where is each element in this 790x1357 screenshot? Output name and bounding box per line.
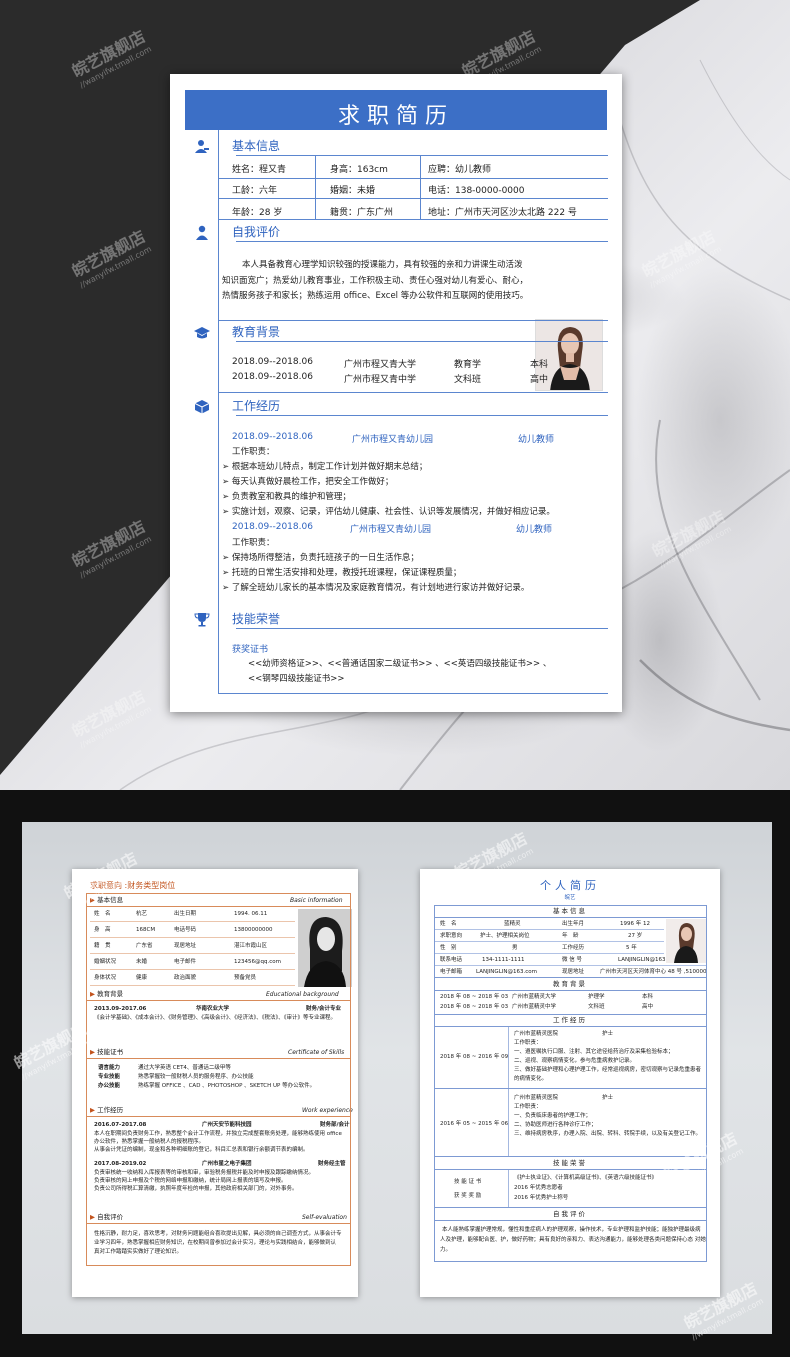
top-showcase: 皖艺旗舰店//wanyifw.tmall.com 皖艺旗舰店//wanyifw.… bbox=[0, 0, 790, 790]
basic-cell: 应聘：幼儿教师 bbox=[428, 165, 492, 175]
section-title: ▶ 技能证书 bbox=[90, 1048, 124, 1056]
basic-cell: 籍贯：广东广州 bbox=[330, 208, 394, 218]
list-item: ➢ 负责教室和教具的维护和管理； bbox=[222, 492, 351, 502]
section-title: ▶ 自我评价 bbox=[90, 1213, 124, 1221]
resume-title: 求职简历 bbox=[337, 104, 454, 129]
section-education: 教育背景 bbox=[188, 324, 608, 342]
resume-preview-right: 个人简历 皖艺 基本信息 姓 名 蓝精灵 出生年月 1996 年 12 求职意向… bbox=[420, 869, 720, 1297]
resume-main: 求职简历 基本信息 姓名：程又青 身高：163cm 应聘：幼儿教师 工龄：六年 … bbox=[170, 74, 622, 712]
edu-cell: 广州市程又青大学 bbox=[344, 360, 417, 370]
work-role: 幼儿教师 bbox=[516, 525, 553, 535]
work-company: 广州市程又青幼儿园 bbox=[350, 525, 432, 535]
list-item: ➢ 托班的日常生活安排和处理，教授托班课程，保证课程质量； bbox=[222, 568, 462, 578]
section-title: 工作经历 bbox=[553, 1016, 587, 1024]
user-icon bbox=[196, 225, 208, 240]
profile-photo bbox=[666, 919, 706, 963]
list-item: ➢ 每天认真做好晨检工作，把安全工作做好； bbox=[222, 477, 394, 487]
edu-cell: 2018.09--2018.06 bbox=[232, 357, 313, 367]
basic-cell: 工龄：六年 bbox=[232, 186, 278, 196]
basic-cell: 婚姻：未婚 bbox=[330, 186, 376, 196]
watermark: 皖艺旗舰店//wanyifw.tmall.com bbox=[68, 26, 153, 90]
person-icon bbox=[195, 140, 209, 153]
resume-preview-left: 求职意向 :财务类型岗位 ▶ 基本信息 Basic information 姓 … bbox=[72, 869, 358, 1297]
section-self: 自我评价 bbox=[188, 224, 608, 242]
section-title: 教育背景 bbox=[553, 980, 587, 988]
bottom-showcase: 求职意向 :财务类型岗位 ▶ 基本信息 Basic information 姓 … bbox=[0, 790, 790, 1357]
section-work: 工作经历 bbox=[188, 398, 608, 416]
edu-cell: 广州市程又青中学 bbox=[344, 375, 417, 385]
basic-cell: 地址：广州市天河区沙太北路 222 号 bbox=[428, 208, 577, 218]
basic-cell: 姓名：程又青 bbox=[232, 165, 287, 175]
section-title: ▶ 教育背景 bbox=[90, 990, 124, 998]
basic-cell: 电话：138-0000-0000 bbox=[428, 186, 525, 196]
trophy-icon bbox=[194, 613, 210, 627]
profile-photo bbox=[298, 909, 352, 987]
section-title-en: Basic information bbox=[290, 897, 343, 904]
preview-board: 求职意向 :财务类型岗位 ▶ 基本信息 Basic information 姓 … bbox=[11, 822, 772, 1342]
section-skills: 技能荣誉 bbox=[188, 611, 608, 629]
watermark: 皖艺旗舰店//wanyifw.tmall.com bbox=[68, 226, 153, 290]
basic-cell: 年龄：28 岁 bbox=[232, 208, 283, 218]
skills-line: <<幼师资格证>>、<<普通话国家二级证书>> 、<<英语四级技能证书>> 、 bbox=[248, 659, 552, 669]
work-period: 2018.09--2018.06 bbox=[232, 522, 313, 532]
work-role: 幼儿教师 bbox=[518, 435, 555, 445]
edu-cell: 高中 bbox=[530, 375, 549, 385]
edu-cell: 本科 bbox=[530, 360, 549, 370]
section-title: ▶ 工作经历 bbox=[90, 1106, 124, 1114]
section-title: 自我评价 bbox=[553, 1210, 587, 1218]
section-basic: 基本信息 bbox=[188, 138, 608, 156]
edu-cell: 文科班 bbox=[454, 375, 482, 385]
work-duty-label: 工作职责： bbox=[232, 447, 275, 457]
self-eval-text: 本人具备教育心理学知识较强的授课能力，具有较强的亲和力讲课生动活泼知识面宽广；热… bbox=[222, 260, 529, 301]
list-item: ➢ 了解全班幼儿家长的基本情况及家庭教育情况，有计划地进行家访并做好记录。 bbox=[222, 583, 530, 593]
section-title: 基本信息 bbox=[553, 907, 587, 915]
work-duty-label: 工作职责： bbox=[232, 538, 275, 548]
list-item: ➢ 实施计划，观察、记录，评估幼儿健康、社会性、认识等发展情况，并做好相应记录。 bbox=[222, 507, 555, 517]
list-item: ➢ 根据本班幼儿特点，制定工作计划并做好期末总结； bbox=[222, 462, 428, 472]
work-period: 2018.09--2018.06 bbox=[232, 432, 313, 442]
graduation-cap-icon bbox=[194, 327, 210, 339]
list-item: ➢ 保持场所得整洁，负责托班孩子的一日生活作息； bbox=[222, 553, 419, 563]
basic-cell: 身高：163cm bbox=[330, 165, 388, 175]
resume-title-bar: 求职简历 bbox=[185, 90, 607, 130]
work-company: 广州市程又青幼儿园 bbox=[352, 435, 434, 445]
watermark: 皖艺旗舰店//wanyifw.tmall.com bbox=[68, 516, 153, 580]
edu-cell: 教育学 bbox=[454, 360, 482, 370]
cube-icon bbox=[194, 400, 210, 414]
skills-line: <<钢琴四级技能证书>> bbox=[248, 674, 345, 684]
edu-cell: 2018.09--2018.06 bbox=[232, 372, 313, 382]
skills-label: 获奖证书 bbox=[232, 645, 269, 655]
